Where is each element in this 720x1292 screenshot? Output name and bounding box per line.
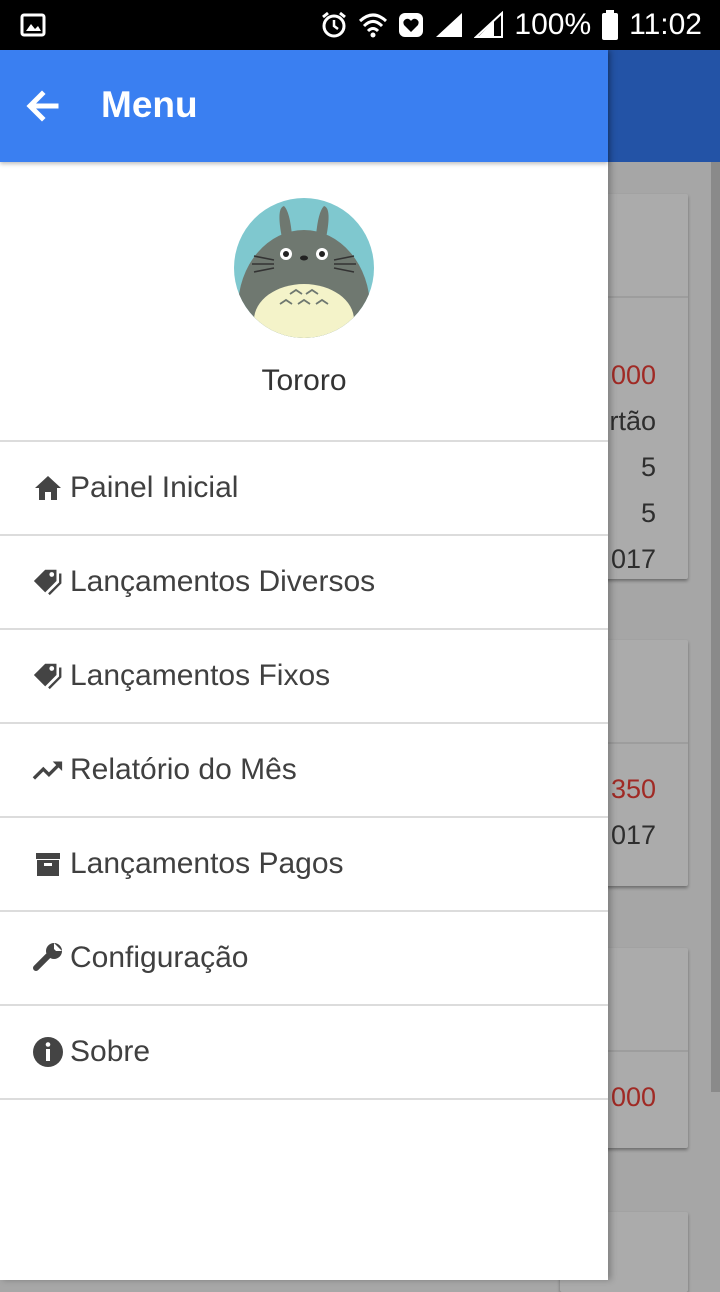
heart-notification-icon	[399, 13, 424, 37]
image-notification-icon	[20, 13, 46, 37]
info-icon	[32, 1036, 64, 1068]
clock: 11:02	[629, 8, 702, 41]
card-text: 5	[640, 498, 656, 528]
signal-icon	[436, 13, 463, 37]
menu-item-relatorio-do-mes[interactable]: Relatório do Mês	[0, 722, 608, 816]
battery-percent: 100%	[514, 8, 592, 41]
trending-up-icon	[32, 754, 64, 786]
card-amount: 350	[610, 774, 656, 804]
arrow-back-icon	[26, 90, 59, 122]
menu-item-label: Lançamentos Diversos	[70, 565, 376, 598]
menu-item-label: Painel Inicial	[70, 471, 239, 504]
drawer-title: Menu	[101, 84, 198, 125]
background-scrollbar	[711, 162, 720, 1092]
drawer-menu: Painel Inicial Lançamentos Diversos Lanç…	[0, 440, 608, 1100]
card-text: rtão	[609, 406, 656, 436]
menu-item-label: Lançamentos Fixos	[70, 659, 331, 692]
menu-item-configuracao[interactable]: Configuração	[0, 910, 608, 1004]
totoro-avatar-icon	[234, 198, 374, 338]
user-name: Tororo	[261, 364, 347, 397]
archive-icon	[32, 848, 64, 880]
card-amount: 000	[610, 1082, 656, 1112]
profile-section: Tororo	[0, 162, 608, 440]
home-icon	[32, 472, 64, 504]
tag-icon	[32, 660, 64, 692]
menu-item-painel-inicial[interactable]: Painel Inicial	[0, 440, 608, 534]
alarm-icon	[322, 11, 347, 38]
card-text: 5	[640, 452, 656, 482]
menu-item-lancamentos-diversos[interactable]: Lançamentos Diversos	[0, 534, 608, 628]
wrench-icon	[32, 942, 64, 974]
tag-icon	[32, 566, 64, 598]
card-text: 017	[610, 544, 656, 574]
menu-item-lancamentos-fixos[interactable]: Lançamentos Fixos	[0, 628, 608, 722]
navigation-drawer: Menu Tororo Painel Inicial Lançamentos D…	[0, 50, 608, 1280]
menu-item-label: Sobre	[70, 1035, 151, 1068]
menu-item-label: Relatório do Mês	[70, 753, 297, 786]
signal-icon-2	[474, 11, 504, 38]
menu-item-lancamentos-pagos[interactable]: Lançamentos Pagos	[0, 816, 608, 910]
menu-item-label: Lançamentos Pagos	[70, 847, 344, 880]
card-text: 017	[610, 820, 656, 850]
battery-icon	[602, 10, 619, 40]
card-amount: 000	[610, 360, 656, 390]
status-bar: 100% 11:02	[0, 0, 720, 50]
drawer-header: Menu	[0, 50, 608, 162]
avatar[interactable]	[234, 198, 374, 338]
menu-item-sobre[interactable]: Sobre	[0, 1004, 608, 1100]
back-button[interactable]	[18, 82, 66, 130]
menu-item-label: Configuração	[70, 941, 249, 974]
wifi-icon	[359, 13, 388, 38]
